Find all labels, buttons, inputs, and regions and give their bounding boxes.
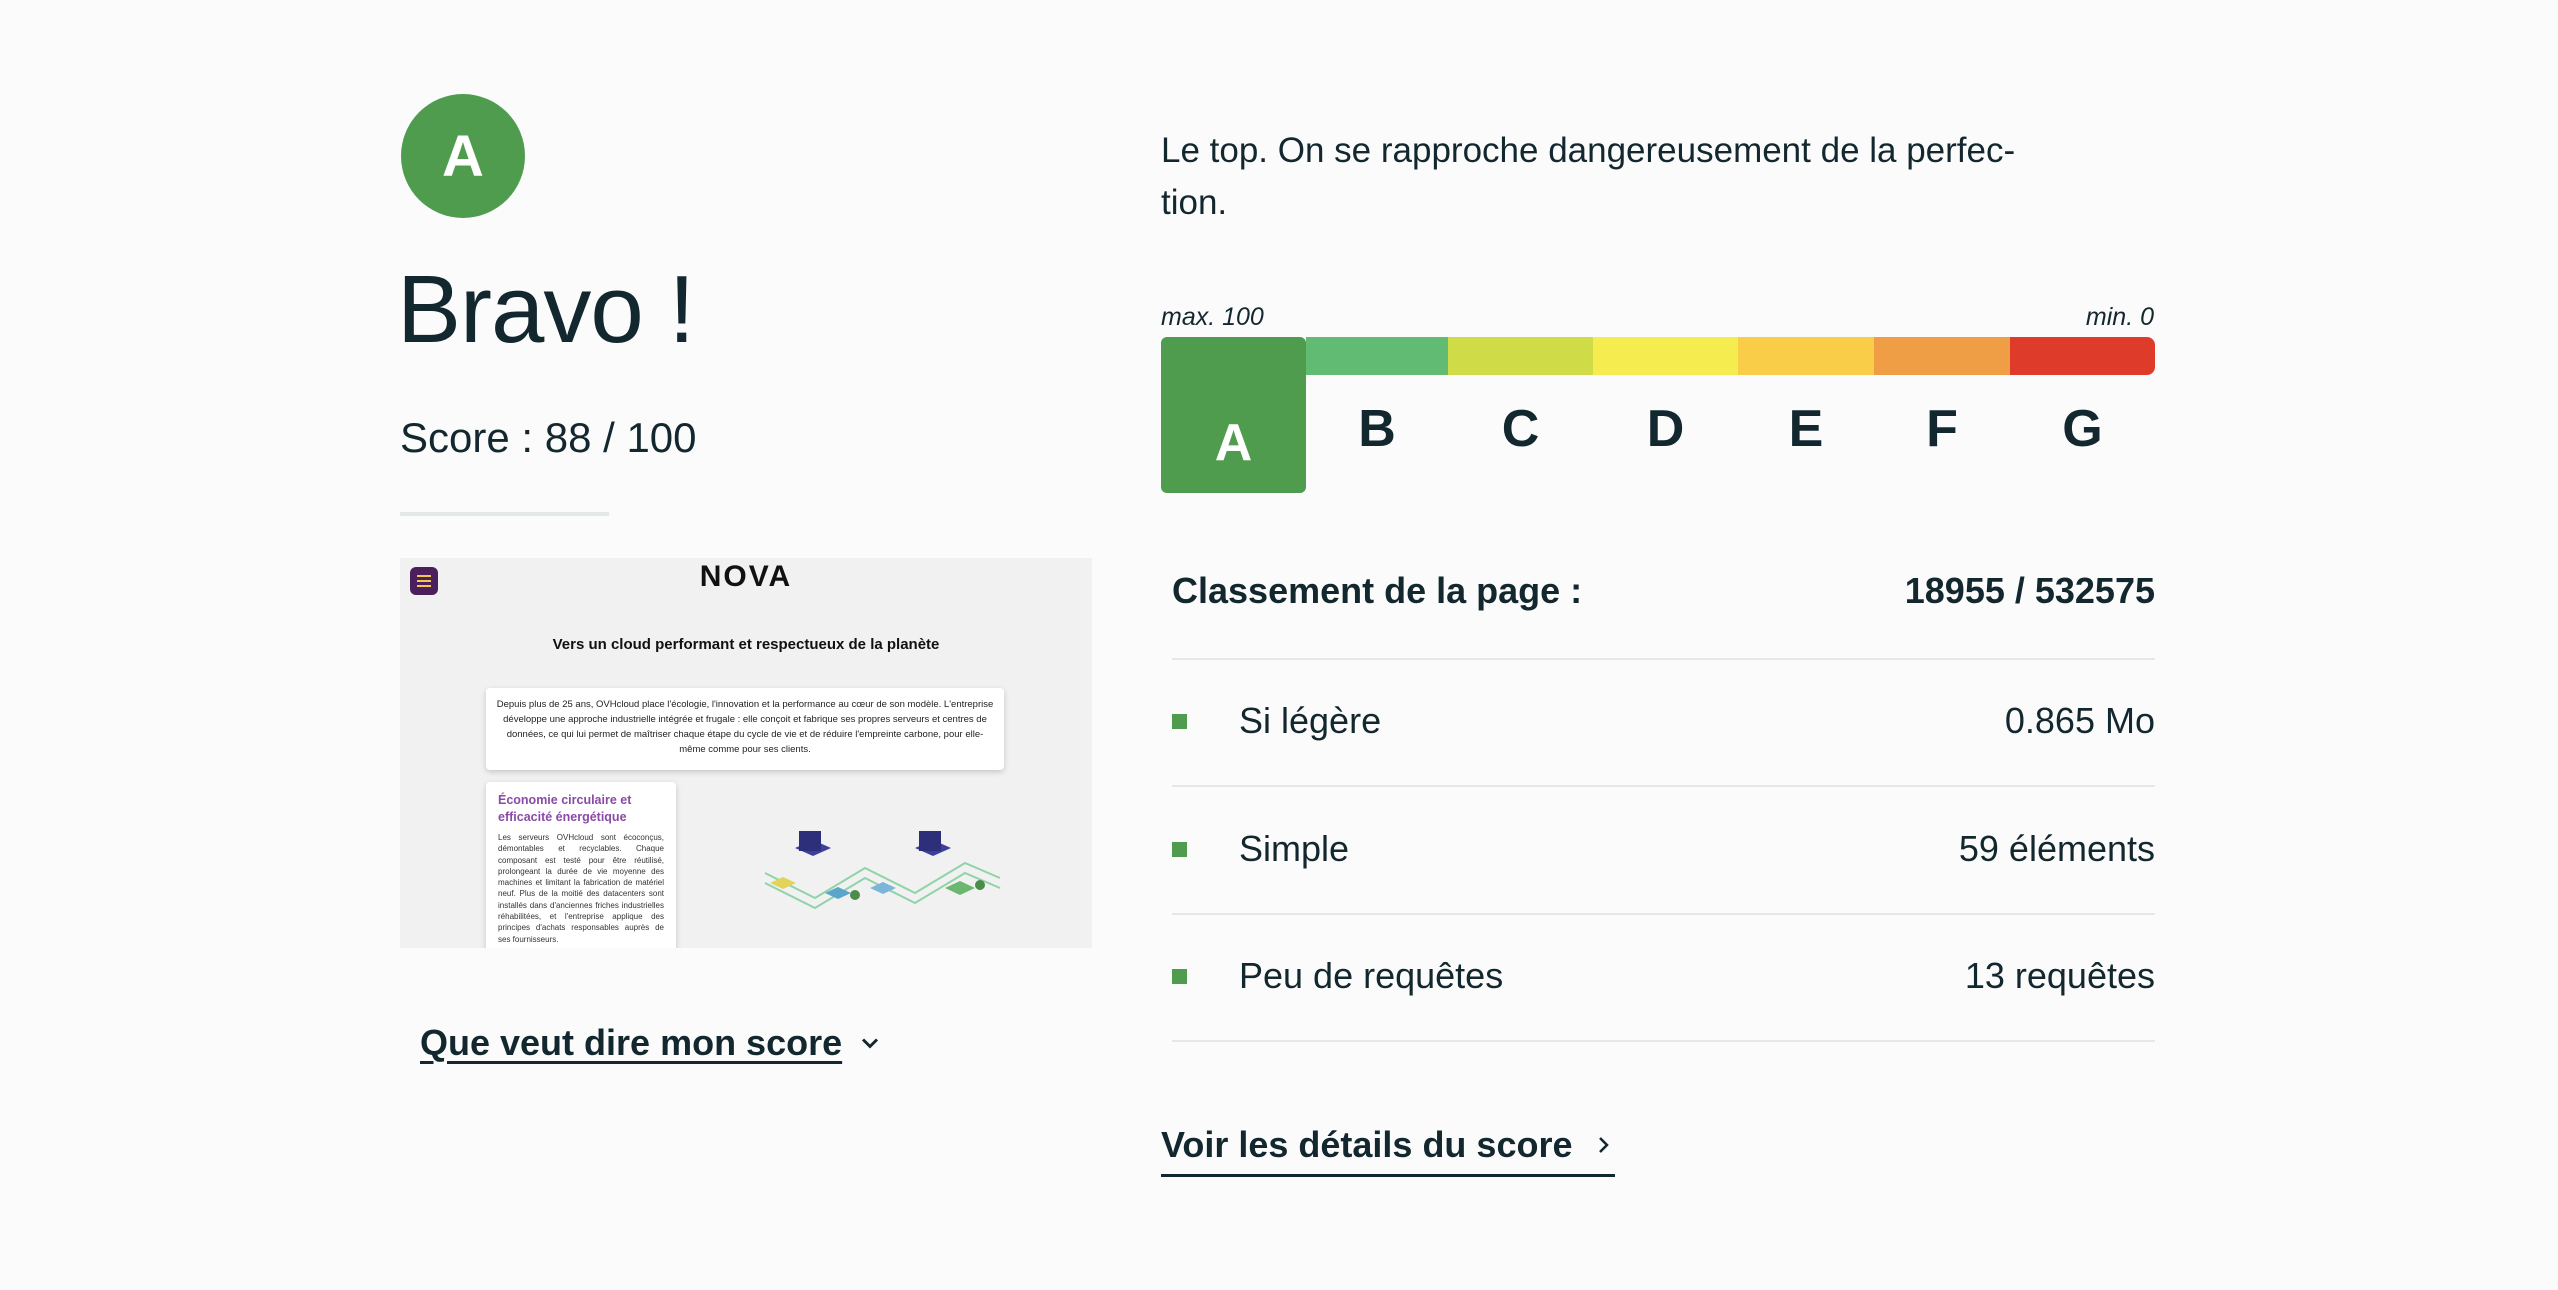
preview-card-title: Économie circulaire et efficacité énergé… (498, 793, 632, 824)
metric-row-weight: Si légère 0.865 Mo (1172, 700, 2155, 742)
grade-scale-segment-d: D (1593, 337, 1738, 455)
page-preview-thumbnail: NOVA Vers un cloud performant et respect… (400, 558, 1092, 948)
divider (1172, 1040, 2155, 1042)
preview-intro-card: Depuis plus de 25 ans, OVHcloud place l'… (486, 688, 1004, 770)
datacenter-illustration-icon (764, 831, 1001, 910)
grade-scale-segment-b: B (1306, 337, 1448, 455)
preview-logo: NOVA (699, 560, 793, 593)
metric-row-elements: Simple 59 éléments (1172, 828, 2155, 870)
grade-scale-letter: B (1358, 400, 1396, 458)
score-meaning-toggle[interactable]: Que veut dire mon score (420, 1022, 884, 1064)
score-details-link[interactable]: Voir les détails du score (1161, 1124, 1615, 1177)
preview-title: Vers un cloud performant et respectueux … (552, 636, 940, 653)
divider (1172, 658, 2155, 660)
page-title: Bravo ! (397, 256, 695, 363)
grade-scale-letter: G (2062, 400, 2103, 458)
grade-scale-segment-c: C (1448, 337, 1593, 455)
divider (1172, 913, 2155, 915)
ranking-label: Classement de la page : (1172, 570, 1583, 611)
scale-max-label: max. 100 (1161, 303, 1264, 331)
square-bullet-icon (1172, 713, 1187, 729)
grade-scale: A B C D E F G (1161, 337, 2155, 493)
preview-feature-card: Économie circulaire et efficacité énergé… (486, 782, 676, 948)
metric-row-requests: Peu de requêtes 13 requêtes (1172, 955, 2155, 997)
square-bullet-icon (1172, 841, 1187, 857)
square-bullet-icon (1172, 968, 1187, 984)
metric-value: 0.865 Mo (2004, 700, 2155, 741)
grade-scale-segment-e: E (1738, 337, 1874, 455)
grade-scale-segment-f: F (1874, 337, 2010, 455)
ranking-value: 18955 / 532575 (1904, 570, 2155, 611)
metric-value: 13 requêtes (1964, 955, 2155, 996)
divider (400, 512, 609, 516)
scale-min-label: min. 0 (2085, 303, 2154, 331)
divider (1172, 785, 2155, 787)
metric-label: Simple (1239, 828, 1350, 869)
metric-label: Si légère (1239, 700, 1382, 741)
chevron-down-icon (862, 1038, 879, 1049)
score-description: Le top. On se rapproche dangereusement d… (1161, 131, 2016, 222)
grade-scale-letter: F (1926, 400, 1958, 458)
grade-badge: A (401, 94, 525, 218)
score-text: Score : 88 / 100 (400, 414, 697, 461)
metric-value: 59 éléments (1958, 828, 2155, 869)
page-ranking: Classement de la page : 18955 / 532575 (1172, 570, 2155, 612)
score-meaning-label: Que veut dire mon score (420, 1022, 843, 1063)
grade-scale-segment-a: A (1161, 337, 1306, 493)
preview-intro-text: Depuis plus de 25 ans, OVHcloud place l'… (496, 699, 994, 755)
metric-label: Peu de requêtes (1239, 955, 1504, 996)
grade-scale-letter: D (1646, 400, 1685, 458)
grade-scale-letter: A (1214, 414, 1253, 472)
chevron-right-icon (1598, 1137, 1609, 1153)
score-details-label: Voir les détails du score (1161, 1124, 1573, 1165)
grade-scale-letter: E (1788, 400, 1824, 458)
grade-scale-letter: C (1501, 400, 1540, 458)
grade-letter: A (442, 123, 484, 189)
grade-scale-segment-g: G (2010, 337, 2155, 455)
preview-card-text: Les serveurs OVHcloud sont écoconçus, dé… (498, 833, 664, 944)
